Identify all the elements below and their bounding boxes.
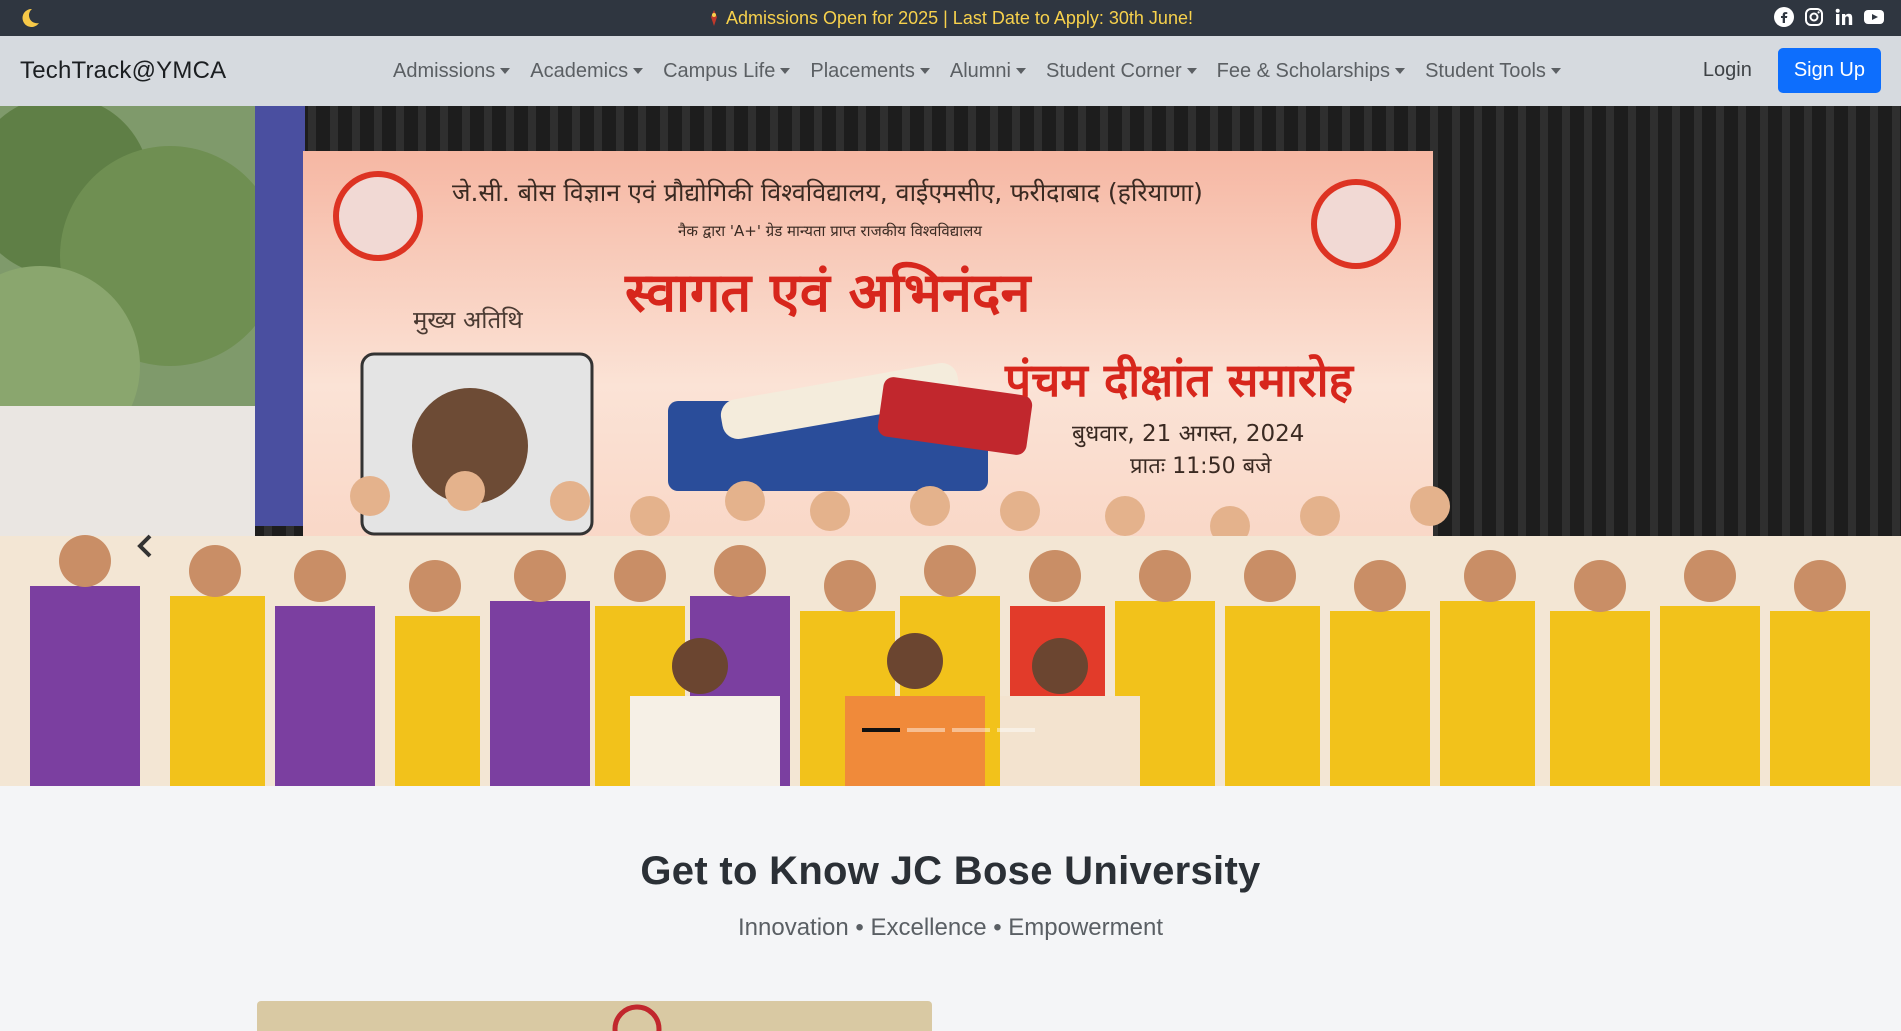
megaphone-icon bbox=[711, 10, 718, 26]
banner-date: बुधवार, 21 अगस्त, 2024 bbox=[1072, 421, 1304, 448]
nav-fee-scholarships[interactable]: Fee & Scholarships bbox=[1207, 60, 1415, 83]
caret-down-icon bbox=[1016, 68, 1026, 74]
caret-down-icon bbox=[1186, 68, 1197, 74]
nav-alumni-label: Alumni bbox=[949, 59, 1011, 82]
section-title: Get to Know JC Bose University bbox=[640, 849, 1261, 893]
carousel-indicator-3[interactable] bbox=[952, 728, 990, 732]
caret-down-icon bbox=[780, 68, 791, 74]
nav-alumni[interactable]: Alumni bbox=[940, 60, 1036, 83]
nav-student-corner[interactable]: Student Corner bbox=[1036, 60, 1207, 83]
caret-down-icon bbox=[1550, 68, 1561, 74]
linkedin-icon[interactable] bbox=[1833, 6, 1855, 28]
youtube-icon[interactable] bbox=[1863, 6, 1885, 28]
carousel-indicator-1[interactable] bbox=[862, 728, 900, 732]
banner-line1: जे.सी. बोस विज्ञान एवं प्रौद्योगिकी विश्… bbox=[452, 178, 1203, 207]
banner-line2: नैक द्वारा 'A+' ग्रेड मान्यता प्राप्त रा… bbox=[678, 222, 982, 240]
carousel-indicator-2[interactable] bbox=[907, 728, 945, 732]
carousel-indicator-4[interactable] bbox=[997, 728, 1035, 732]
nav-campus-life[interactable]: Campus Life bbox=[653, 60, 800, 83]
facebook-icon[interactable] bbox=[1773, 6, 1795, 28]
carousel-prev-button[interactable] bbox=[125, 526, 165, 566]
login-link[interactable]: Login bbox=[1697, 51, 1758, 90]
banner-chief-guest: मुख्य अतिथि bbox=[413, 306, 523, 335]
banner-event: पंचम दीक्षांत समारोह bbox=[1004, 353, 1355, 407]
nav-admissions[interactable]: Admissions bbox=[383, 60, 520, 83]
banner-time: प्रातः 11:50 बजे bbox=[1130, 453, 1272, 479]
instagram-icon[interactable] bbox=[1803, 6, 1825, 28]
nav-student-tools[interactable]: Student Tools bbox=[1415, 60, 1571, 83]
university-logo-icon bbox=[612, 1004, 662, 1031]
nav-fee-scholarships-label: Fee & Scholarships bbox=[1216, 59, 1391, 82]
nav-placements-label: Placements bbox=[810, 59, 915, 82]
chevron-left-icon bbox=[137, 534, 152, 558]
hero-carousel: जे.सी. बोस विज्ञान एवं प्रौद्योगिकी विश्… bbox=[0, 106, 1901, 786]
announcement: Admissions Open for 2025 | Last Date to … bbox=[708, 8, 1193, 29]
nav-admissions-label: Admissions bbox=[393, 59, 496, 82]
caret-down-icon bbox=[919, 68, 930, 74]
about-section: Get to Know JC Bose University Innovatio… bbox=[0, 786, 1901, 942]
social-links bbox=[1773, 6, 1885, 28]
auth-actions: Login Sign Up bbox=[1697, 48, 1881, 93]
nav-academics[interactable]: Academics bbox=[520, 60, 653, 83]
nav-student-tools-label: Student Tools bbox=[1425, 59, 1546, 82]
banner-welcome: स्वागत एवं अभिनंदन bbox=[624, 261, 1033, 324]
brand-logo[interactable]: TechTrack@YMCA bbox=[20, 57, 226, 85]
about-preview-image bbox=[257, 1001, 932, 1031]
nav-campus-life-label: Campus Life bbox=[663, 59, 776, 82]
nav-placements[interactable]: Placements bbox=[800, 60, 940, 83]
carousel-slide-image: जे.सी. बोस विज्ञान एवं प्रौद्योगिकी विश्… bbox=[0, 106, 1901, 786]
signup-button[interactable]: Sign Up bbox=[1777, 48, 1881, 93]
nav-menu: Admissions Academics Campus Life Placeme… bbox=[383, 36, 1571, 106]
caret-down-icon bbox=[1395, 68, 1406, 74]
caret-down-icon bbox=[633, 68, 644, 74]
caret-down-icon bbox=[500, 68, 511, 74]
section-tagline: Innovation • Excellence • Empowerment bbox=[737, 914, 1163, 941]
moon-icon[interactable] bbox=[18, 6, 42, 30]
nav-academics-label: Academics bbox=[530, 59, 629, 82]
announcement-text[interactable]: Admissions Open for 2025 | Last Date to … bbox=[726, 8, 1193, 29]
main-navbar: TechTrack@YMCA Admissions Academics Camp… bbox=[0, 36, 1901, 106]
nav-student-corner-label: Student Corner bbox=[1046, 59, 1182, 82]
announcement-bar: Admissions Open for 2025 | Last Date to … bbox=[0, 0, 1901, 36]
carousel-indicators bbox=[862, 728, 1035, 732]
